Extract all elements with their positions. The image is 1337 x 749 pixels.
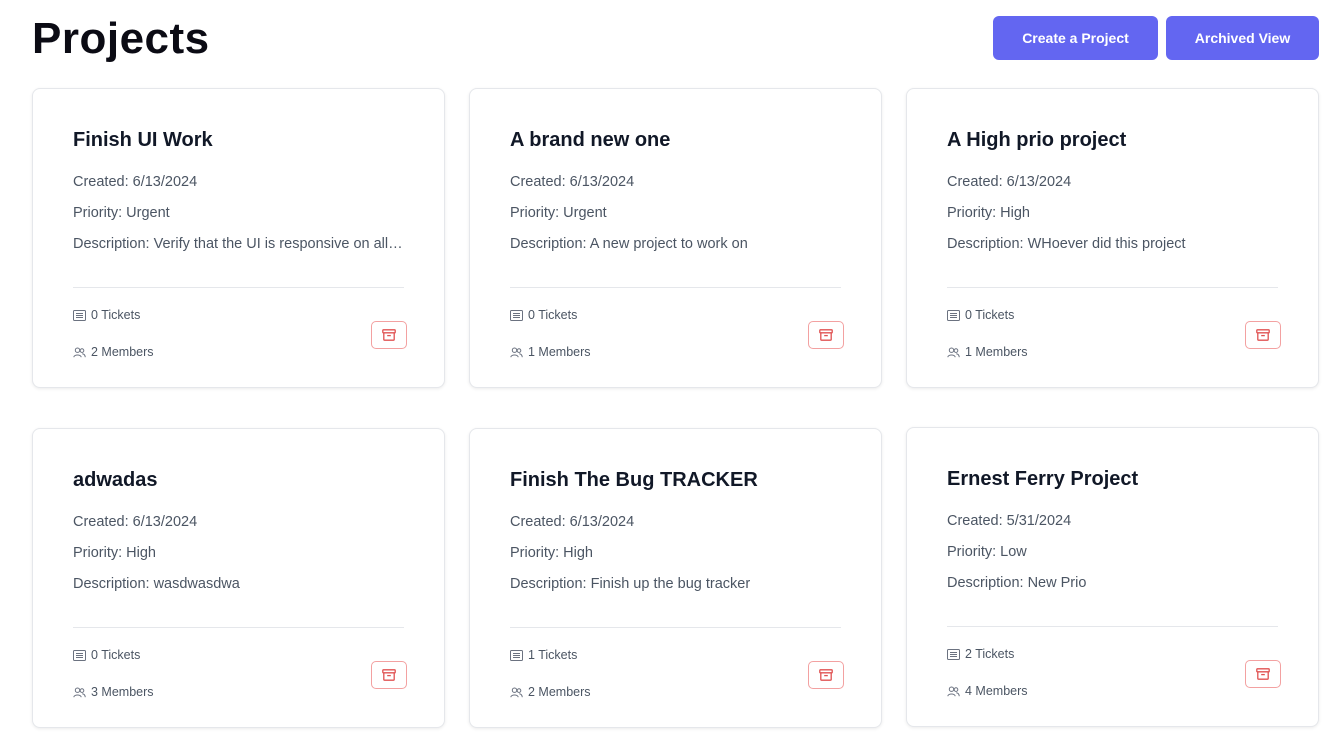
member-count: 4 Members — [947, 684, 1028, 698]
project-created: Created: 6/13/2024 — [73, 174, 198, 190]
card-divider — [947, 287, 1278, 288]
member-count: 2 Members — [510, 685, 591, 699]
card-divider — [73, 287, 404, 288]
ticket-count-label: 2 Tickets — [965, 647, 1015, 661]
archive-button[interactable] — [1245, 321, 1281, 349]
archive-button[interactable] — [371, 661, 407, 689]
project-description: Description: Finish up the bug tracker — [510, 576, 751, 592]
archive-button[interactable] — [1245, 660, 1281, 688]
archive-box-icon — [1256, 668, 1270, 680]
ticket-list-icon — [510, 309, 523, 321]
create-project-button[interactable]: Create a Project — [993, 16, 1158, 60]
project-created: Created: 6/13/2024 — [947, 174, 1072, 190]
project-description: Description: WHoever did this project — [947, 236, 1186, 252]
page-header: Projects Create a Project Archived View — [0, 0, 1337, 80]
member-count: 1 Members — [510, 345, 591, 359]
project-created: Created: 6/13/2024 — [73, 514, 198, 530]
project-card[interactable]: Finish UI Work Created: 6/13/2024 Priori… — [32, 88, 445, 388]
archive-button[interactable] — [808, 661, 844, 689]
project-created: Created: 6/13/2024 — [510, 174, 635, 190]
ticket-count-label: 0 Tickets — [91, 308, 141, 322]
card-divider — [73, 627, 404, 628]
member-count-label: 3 Members — [91, 685, 154, 699]
project-priority: Priority: Low — [947, 544, 1027, 560]
project-title[interactable]: A brand new one — [510, 129, 670, 152]
ticket-count-label: 1 Tickets — [528, 648, 578, 662]
project-title[interactable]: A High prio project — [947, 129, 1126, 152]
ticket-list-icon — [73, 309, 86, 321]
ticket-count: 2 Tickets — [947, 647, 1014, 661]
card-divider — [510, 287, 841, 288]
project-created: Created: 6/13/2024 — [510, 514, 635, 530]
members-icon — [510, 687, 523, 697]
archive-button[interactable] — [371, 321, 407, 349]
member-count-label: 2 Members — [91, 345, 154, 359]
members-icon — [73, 347, 86, 357]
member-count-label: 1 Members — [528, 345, 591, 359]
ticket-count: 0 Tickets — [73, 648, 140, 662]
member-count: 1 Members — [947, 345, 1028, 359]
project-created: Created: 5/31/2024 — [947, 513, 1072, 529]
archive-box-icon — [1256, 329, 1270, 341]
ticket-count: 0 Tickets — [510, 308, 577, 322]
card-divider — [510, 627, 841, 628]
project-card[interactable]: Finish The Bug TRACKER Created: 6/13/202… — [469, 428, 882, 728]
ticket-list-icon — [947, 309, 960, 321]
project-description: Description: Verify that the UI is respo… — [73, 236, 404, 252]
members-icon — [510, 347, 523, 357]
project-priority: Priority: High — [73, 545, 156, 561]
project-card[interactable]: A brand new one Created: 6/13/2024 Prior… — [469, 88, 882, 388]
ticket-count-label: 0 Tickets — [91, 648, 141, 662]
member-count-label: 2 Members — [528, 685, 591, 699]
page-title: Projects — [32, 14, 210, 63]
ticket-count: 0 Tickets — [947, 308, 1014, 322]
archive-button[interactable] — [808, 321, 844, 349]
member-count-label: 4 Members — [965, 684, 1028, 698]
project-title[interactable]: Finish The Bug TRACKER — [510, 469, 758, 492]
member-count: 2 Members — [73, 345, 154, 359]
ticket-count-label: 0 Tickets — [528, 308, 578, 322]
ticket-list-icon — [510, 649, 523, 661]
member-count: 3 Members — [73, 685, 154, 699]
project-priority: Priority: Urgent — [510, 205, 607, 221]
archive-box-icon — [819, 669, 833, 681]
project-description: Description: A new project to work on — [510, 236, 748, 252]
archived-view-button[interactable]: Archived View — [1166, 16, 1319, 60]
project-card[interactable]: adwadas Created: 6/13/2024 Priority: Hig… — [32, 428, 445, 728]
ticket-count-label: 0 Tickets — [965, 308, 1015, 322]
archive-box-icon — [382, 329, 396, 341]
project-description: Description: wasdwasdwa — [73, 576, 240, 592]
archive-box-icon — [382, 669, 396, 681]
card-divider — [947, 626, 1278, 627]
project-title[interactable]: Finish UI Work — [73, 129, 213, 152]
project-title[interactable]: Ernest Ferry Project — [947, 468, 1138, 491]
project-priority: Priority: High — [947, 205, 1030, 221]
member-count-label: 1 Members — [965, 345, 1028, 359]
project-title[interactable]: adwadas — [73, 469, 157, 492]
ticket-list-icon — [947, 648, 960, 660]
members-icon — [947, 347, 960, 357]
ticket-list-icon — [73, 649, 86, 661]
project-description: Description: New Prio — [947, 575, 1087, 591]
members-icon — [947, 686, 960, 696]
archive-box-icon — [819, 329, 833, 341]
ticket-count: 0 Tickets — [73, 308, 140, 322]
project-card[interactable]: Ernest Ferry Project Created: 5/31/2024 … — [906, 427, 1319, 727]
project-card[interactable]: A High prio project Created: 6/13/2024 P… — [906, 88, 1319, 388]
project-priority: Priority: High — [510, 545, 593, 561]
ticket-count: 1 Tickets — [510, 648, 577, 662]
project-priority: Priority: Urgent — [73, 205, 170, 221]
members-icon — [73, 687, 86, 697]
